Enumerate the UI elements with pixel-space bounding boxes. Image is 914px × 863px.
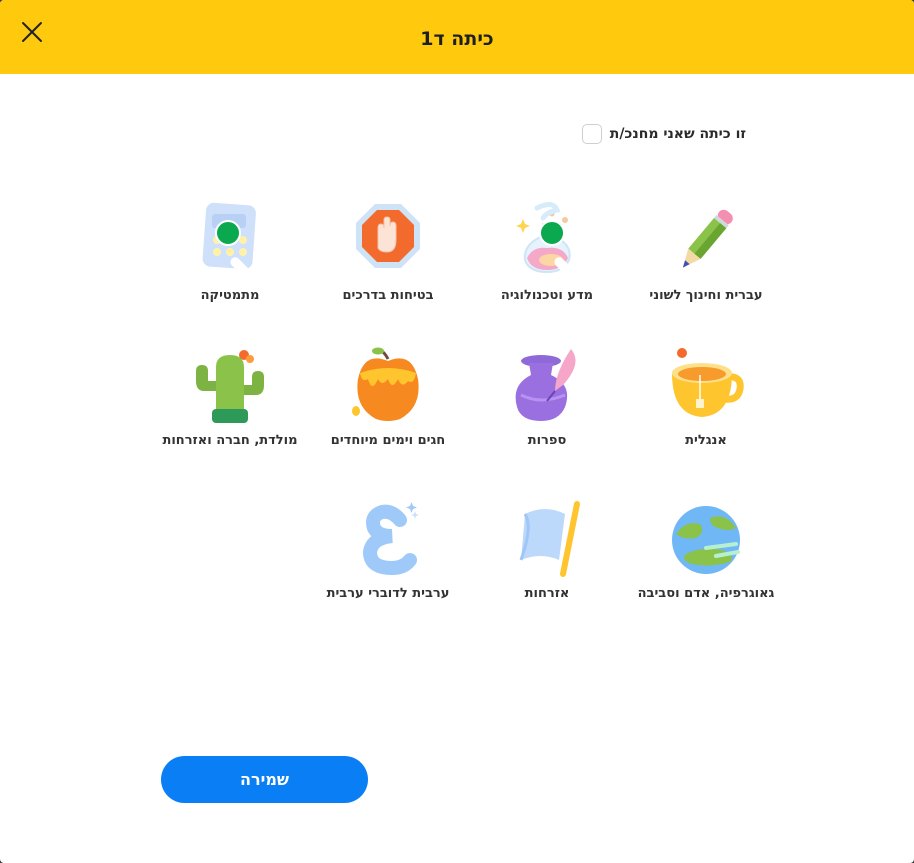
arabic-letter-icon (348, 498, 428, 578)
subject-civics[interactable]: אזרחות (472, 498, 622, 601)
subject-label: ספרות (527, 433, 567, 448)
subject-hebrew[interactable]: עברית וחינוך לשוני (631, 200, 781, 303)
modal-title: כיתה ד1 (420, 28, 494, 50)
subject-label: חגים וימים מיוחדים (330, 433, 446, 448)
apple-honey-icon (348, 345, 428, 425)
subject-holidays[interactable]: חגים וימים מיוחדים (313, 345, 463, 448)
teacup-icon (666, 345, 746, 425)
homeroom-teacher-checkbox[interactable]: זו כיתה שאני מחנכ/ת (581, 124, 746, 144)
subject-arabic[interactable]: ערבית לדוברי ערבית (313, 498, 463, 601)
subject-label: עברית וחינוך לשוני (649, 288, 763, 303)
flask-icon (507, 200, 608, 282)
subject-label: בטיחות בדרכים (342, 288, 434, 303)
selected-check-icon (539, 220, 608, 282)
subject-label: אנגלית (685, 433, 727, 448)
selected-check-icon (215, 220, 284, 282)
subject-english[interactable]: אנגלית (631, 345, 781, 448)
subjects-modal: כיתה ד1 זו כיתה שאני מחנכ/ת עברית וחינוך… (0, 0, 914, 863)
subject-label: גאוגרפיה, אדם וסביבה (637, 586, 775, 601)
stop-hand-icon (348, 200, 428, 280)
subject-math[interactable]: מתמטיקה (155, 200, 305, 303)
subject-homeland[interactable]: מולדת, חברה ואזרחות (155, 345, 305, 448)
cactus-icon (190, 345, 270, 425)
checkbox-label: זו כיתה שאני מחנכ/ת (609, 126, 746, 142)
globe-icon (666, 498, 746, 578)
subject-science[interactable]: מדע וטכנולוגיה (472, 200, 622, 303)
inkpot-quill-icon (507, 345, 587, 425)
subject-geography[interactable]: גאוגרפיה, אדם וסביבה (631, 498, 781, 601)
pencil-icon (666, 200, 746, 280)
subject-road-safety[interactable]: בטיחות בדרכים (313, 200, 463, 303)
subject-literature[interactable]: ספרות (472, 345, 622, 448)
subject-label: ערבית לדוברי ערבית (326, 586, 450, 601)
calculator-icon (190, 200, 284, 282)
save-button[interactable]: שמירה (161, 756, 368, 803)
modal-header: כיתה ד1 (0, 0, 914, 74)
subject-label: אזרחות (524, 586, 570, 601)
flag-icon (507, 498, 587, 578)
subject-label: מולדת, חברה ואזרחות (162, 433, 298, 448)
checkbox-box[interactable] (581, 124, 602, 144)
